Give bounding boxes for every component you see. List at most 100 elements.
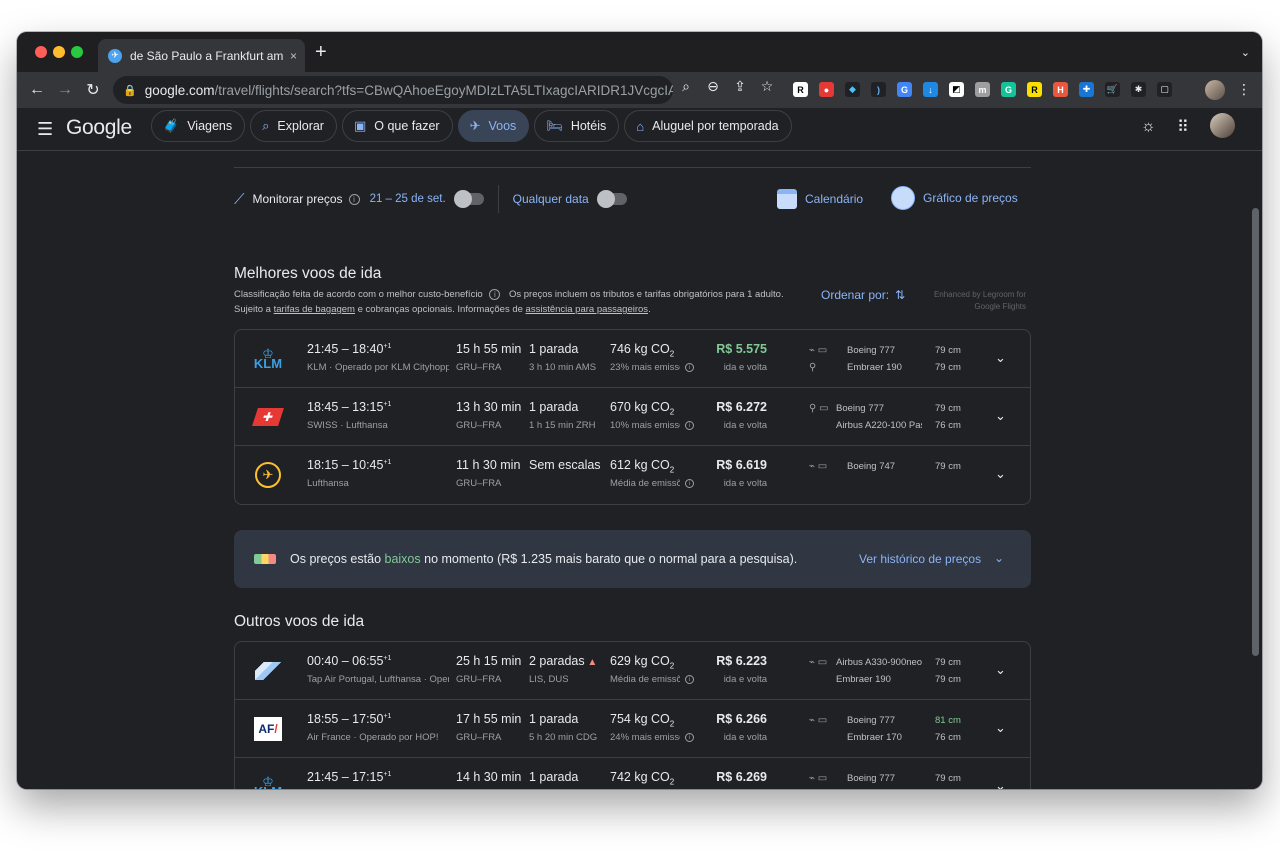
monitor-dates-toggle[interactable]	[453, 190, 484, 208]
account-avatar[interactable]	[1210, 113, 1235, 138]
close-window-button[interactable]	[35, 46, 47, 58]
flight-row[interactable]: ✈ 18:15 – 10:45+1 Lufthansa 11 h 30 min GRU–…	[235, 446, 1030, 504]
extension-icon[interactable]: ▢	[1157, 82, 1172, 97]
extension-icon[interactable]: ✱	[1131, 82, 1146, 97]
price-history-link[interactable]: Ver histórico de preços	[859, 552, 981, 566]
co2-emissions: 746 kg CO2	[610, 342, 674, 359]
address-bar[interactable]: 🔒 google.com /travel/flights/search?tfs=…	[113, 76, 673, 104]
calendar-button[interactable]: Calendário	[777, 189, 863, 209]
flight-route: GRU–FRA	[456, 362, 502, 373]
amenity-icons: ⌁ ▭	[809, 773, 828, 784]
info-icon[interactable]: i	[489, 289, 501, 300]
tab-viagens[interactable]: 🧳 Viagens	[151, 110, 246, 142]
extension-icon[interactable]: ↓	[923, 82, 938, 97]
info-icon[interactable]: i	[685, 421, 694, 430]
extension-icon[interactable]: ●	[819, 82, 834, 97]
layover-detail: LIS, DUS	[529, 674, 569, 685]
extension-icon[interactable]: H	[1053, 82, 1068, 97]
extension-icon[interactable]: ◩	[949, 82, 964, 97]
profile-avatar[interactable]	[1205, 80, 1225, 100]
extension-icon[interactable]: G	[1001, 82, 1016, 97]
info-icon[interactable]: i	[685, 675, 694, 684]
passenger-assistance-link[interactable]: assistência para passageiros	[526, 304, 649, 315]
expand-chevron-icon[interactable]: ⌄	[995, 466, 1006, 482]
extension-icon[interactable]: R	[1027, 82, 1042, 97]
extension-icon[interactable]: m	[975, 82, 990, 97]
tab-search-chevron-icon[interactable]: ⌄	[1241, 46, 1250, 59]
zoom-icon[interactable]: ⊖	[704, 78, 722, 95]
expand-chevron-icon[interactable]: ⌄	[995, 350, 1006, 366]
aircraft-type: Airbus A330-900neo	[836, 657, 922, 668]
flight-row[interactable]: ✚ 18:45 – 13:15+1 SWISS · Lufthansa 13 h 30…	[235, 388, 1030, 446]
extension-icon[interactable]: ✚	[1079, 82, 1094, 97]
flight-row[interactable]: ♔ KLM 21:45 – 18:40+1 KLM · Operado por KLM…	[235, 330, 1030, 388]
page-scrollbar[interactable]	[1252, 208, 1259, 656]
flight-times: 21:45 – 18:40+1	[307, 342, 391, 356]
browser-window: ✈ de São Paulo a Frankfurt am M × + ⌄ ← …	[17, 32, 1262, 789]
expand-chevron-icon[interactable]: ⌄	[995, 778, 1006, 789]
best-flights-list: ♔ KLM 21:45 – 18:40+1 KLM · Operado por KLM…	[234, 329, 1031, 505]
back-icon[interactable]: ←	[23, 81, 51, 99]
departure-arrival: 21:45 – 18:40	[307, 342, 384, 356]
main-menu-icon[interactable]: ☰	[37, 119, 53, 140]
extension-icon[interactable]: )	[871, 82, 886, 97]
new-tab-button[interactable]: +	[315, 42, 327, 62]
sort-button[interactable]: Ordenar por: ⇅	[821, 288, 905, 302]
forward-icon[interactable]: →	[51, 81, 79, 99]
minimize-window-button[interactable]	[53, 46, 65, 58]
usb-icon: ⚲	[809, 362, 817, 373]
price-graph-button[interactable]: Gráfico de preços	[891, 186, 1018, 210]
expand-chevron-icon[interactable]: ⌄	[995, 408, 1006, 424]
chevron-down-icon[interactable]: ⌄	[994, 551, 1004, 565]
any-date-toggle[interactable]	[596, 190, 627, 208]
expand-chevron-icon[interactable]: ⌄	[995, 662, 1006, 678]
browser-tab[interactable]: ✈ de São Paulo a Frankfurt am M ×	[98, 39, 305, 72]
trip-type: ida e volta	[723, 732, 767, 743]
flight-times: 21:45 – 17:15+1	[307, 770, 391, 784]
bookmark-star-icon[interactable]: ☆	[758, 78, 776, 95]
best-flights-title: Melhores voos de ida	[234, 265, 382, 282]
info-icon[interactable]: i	[685, 479, 694, 488]
extension-icon[interactable]: 🛒	[1105, 82, 1120, 97]
theme-sun-icon[interactable]: ☼	[1141, 118, 1156, 136]
aircraft-type: Boeing 747	[847, 461, 896, 472]
info-icon[interactable]: i	[685, 733, 694, 742]
extension-icon[interactable]: G	[897, 82, 912, 97]
expand-chevron-icon[interactable]: ⌄	[995, 720, 1006, 736]
tab-voos[interactable]: ✈ Voos	[457, 110, 530, 142]
flight-route: GRU–FRA	[456, 420, 502, 431]
calendar-label: Calendário	[805, 192, 864, 206]
tab-o-que-fazer[interactable]: ▣ O que fazer	[341, 110, 453, 142]
co2-comparison: 23% mais emissões	[610, 362, 680, 373]
co2-emissions: 670 kg CO2	[610, 400, 674, 417]
flight-row[interactable]: 00:40 – 06:55+1 Tap Air Portugal, Lufthan…	[235, 642, 1030, 700]
flight-duration: 17 h 55 min	[456, 712, 522, 726]
co2-emissions: 629 kg CO2	[610, 654, 674, 671]
tab-aluguel[interactable]: ⌂ Aluguel por temporada	[624, 110, 792, 142]
reload-icon[interactable]: ↻	[79, 80, 107, 100]
tab-label: Explorar	[277, 119, 324, 133]
info-icon[interactable]: i	[685, 363, 694, 372]
browser-menu-icon[interactable]: ⋮	[1237, 81, 1251, 98]
co2-value: 742 kg CO	[610, 770, 670, 784]
maximize-window-button[interactable]	[71, 46, 83, 58]
trip-type: ida e volta	[723, 478, 767, 489]
tab-hoteis[interactable]: 🛏 Hotéis	[534, 110, 620, 142]
airline-name: SWISS · Lufthansa	[307, 420, 388, 431]
tab-close-icon[interactable]: ×	[290, 49, 297, 63]
baggage-fees-link[interactable]: tarifas de bagagem	[274, 304, 355, 315]
flight-duration: 25 h 15 min	[456, 654, 522, 668]
stops-count: Sem escalas	[529, 458, 601, 472]
flight-row[interactable]: AF/18:55 – 17:50+1 Air France · Operado p…	[235, 700, 1030, 758]
aircraft-type: Embraer 190	[836, 674, 891, 685]
share-icon[interactable]: ⇪	[731, 78, 749, 95]
flight-row[interactable]: ♔KLM21:45 – 17:15+1KLM · Operado por KLM…	[235, 758, 1030, 789]
apps-grid-icon[interactable]: ⠿	[1177, 117, 1189, 137]
extension-icon[interactable]: ◆	[845, 82, 860, 97]
extension-icon[interactable]: R	[793, 82, 808, 97]
search-icon[interactable]: ⌕	[677, 78, 695, 95]
trip-type: ida e volta	[723, 420, 767, 431]
info-icon[interactable]: i	[348, 193, 360, 205]
tab-explorar[interactable]: ⌕ Explorar	[250, 110, 337, 142]
google-logo[interactable]: Google	[66, 116, 132, 140]
